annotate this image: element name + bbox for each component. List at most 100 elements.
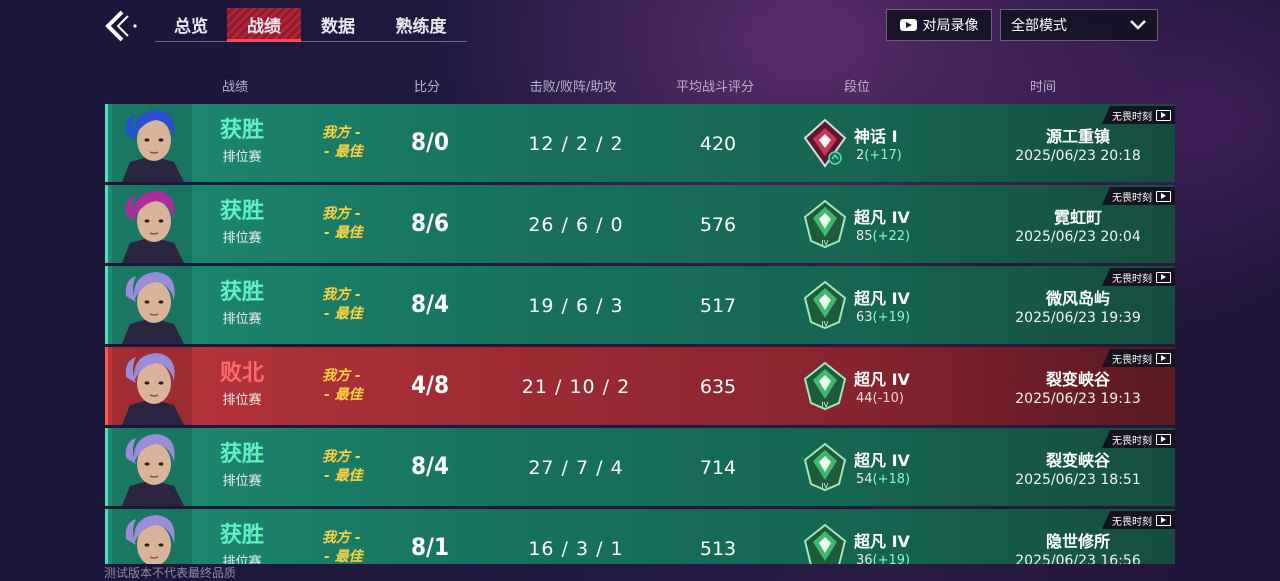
video-icon [1156,514,1171,526]
team-best-badge: 我方 - - 最佳 [322,124,380,162]
match-result: 获胜 排位赛 [212,118,272,165]
result-text: 获胜 [219,118,264,143]
match-time: 2025/06/23 19:39 [1015,310,1141,326]
match-score: 4/8 [411,371,449,399]
highlight-moment-button[interactable]: 无畏时刻 [1102,511,1175,529]
match-mode: 排位赛 [222,231,262,246]
tab-proficiency[interactable]: 熟练度 [375,8,467,41]
team-best-line1: 我方 - [322,449,361,465]
test-version-notice: 测试版本不代表最终品质 [104,566,237,580]
tab-stats[interactable]: 数据 [301,8,375,41]
header-record: 战绩 [221,80,249,95]
team-best-line2: - 最佳 [324,144,363,160]
video-icon [1156,271,1171,283]
match-row[interactable]: 获胜 排位赛 我方 - - 最佳 8/6 26 / 6 / 0 576 IV 超… [105,185,1175,263]
rank-points: 44(-10) [856,391,904,406]
highlight-moment-label: 无畏时刻 [1112,273,1152,285]
back-button[interactable] [100,8,140,44]
header-time: 时间 [1029,80,1057,95]
match-score: 8/6 [411,209,449,237]
rank-name: 超凡 IV [854,289,910,308]
team-best-badge: 我方 - - 最佳 [322,286,380,324]
rank-name: 超凡 IV [854,370,910,389]
match-time: 2025/06/23 16:56 [1015,553,1141,564]
rank-emblem-icon [801,118,849,168]
combat-rating: 420 [699,133,737,155]
agent-portrait-icon [112,347,192,425]
match-score: 8/4 [411,452,449,480]
tab-match-history[interactable]: 战绩 [227,8,301,42]
highlight-moment-label: 无畏时刻 [1112,435,1152,447]
chevron-down-icon [1130,20,1146,30]
team-best-line1: 我方 - [322,368,361,384]
agent-portrait [112,347,192,425]
team-best-line2: - 最佳 [324,306,363,322]
map-name: 霓虹町 [1053,208,1102,227]
rank-name: 超凡 IV [854,451,910,470]
agent-portrait [112,509,192,564]
mode-filter-select[interactable]: 全部模式 [1000,9,1158,41]
match-score: 8/4 [411,290,449,318]
highlight-moment-button[interactable]: 无畏时刻 [1102,106,1175,124]
match-row[interactable]: 获胜 排位赛 我方 - - 最佳 8/4 27 / 7 / 4 714 IV 超… [105,428,1175,506]
agent-portrait-icon [112,104,192,182]
highlight-moment-button[interactable]: 无畏时刻 [1102,187,1175,205]
match-time: 2025/06/23 19:13 [1015,391,1141,407]
match-mode: 排位赛 [222,555,262,564]
kda-value: 26 / 6 / 0 [528,214,624,236]
team-best-line1: 我方 - [322,206,361,222]
match-row[interactable]: 获胜 排位赛 我方 - - 最佳 8/4 19 / 6 / 3 517 IV 超… [105,266,1175,344]
svg-text:IV: IV [822,563,829,564]
rank-name: 超凡 IV [854,208,910,227]
agent-portrait-icon [112,428,192,506]
rank-emblem-icon: IV [801,280,849,330]
team-best-line2: - 最佳 [324,225,363,241]
match-mode: 排位赛 [222,393,262,408]
highlight-moment-label: 无畏时刻 [1112,516,1152,528]
team-best-badge: 我方 - - 最佳 [322,448,380,486]
match-row[interactable]: 获胜 排位赛 我方 - - 最佳 8/0 12 / 2 / 2 420 神话 I… [105,104,1175,182]
kda-value: 21 / 10 / 2 [521,376,631,398]
team-best-line1: 我方 - [322,530,361,546]
map-name: 源工重镇 [1045,127,1110,146]
video-icon [1156,109,1171,121]
agent-portrait [112,104,192,182]
match-replay-label: 对局录像 [922,18,979,34]
match-row[interactable]: 败北 排位赛 我方 - - 最佳 4/8 21 / 10 / 2 635 IV … [105,347,1175,425]
match-time: 2025/06/23 18:51 [1015,472,1141,488]
match-row[interactable]: 获胜 排位赛 我方 - - 最佳 8/1 16 / 3 / 1 513 IV 超… [105,509,1175,564]
map-name: 隐世修所 [1045,532,1110,551]
agent-portrait-icon [112,266,192,344]
agent-portrait-icon [112,509,192,564]
match-result: 获胜 排位赛 [212,442,272,489]
svg-text:IV: IV [822,320,829,328]
team-best-badge: 我方 - - 最佳 [322,367,380,405]
combat-rating: 714 [699,457,737,479]
result-text: 败北 [219,361,264,386]
mode-filter-value: 全部模式 [1011,18,1067,34]
match-time: 2025/06/23 20:18 [1015,148,1141,164]
rank-points: 36(+19) [856,553,911,564]
svg-text:IV: IV [822,239,829,247]
map-name: 裂变峡谷 [1045,370,1110,389]
video-icon [1156,352,1171,364]
highlight-moment-button[interactable]: 无畏时刻 [1102,430,1175,448]
match-result: 败北 排位赛 [212,361,272,408]
tab-bar: 总览 战绩 数据 熟练度 [155,8,467,42]
kda-value: 27 / 7 / 4 [528,457,624,479]
rank-points: 85(+22) [856,229,911,244]
svg-text:IV: IV [822,401,829,409]
video-icon [1156,433,1171,445]
tab-overview[interactable]: 总览 [155,8,227,41]
highlight-moment-button[interactable]: 无畏时刻 [1102,349,1175,367]
result-text: 获胜 [219,442,264,467]
highlight-moment-button[interactable]: 无畏时刻 [1102,268,1175,286]
team-best-line2: - 最佳 [324,387,363,403]
match-mode: 排位赛 [222,150,262,165]
back-arrow-icon [105,10,137,42]
match-replay-button[interactable]: 对局录像 [886,9,992,41]
result-text: 获胜 [219,199,264,224]
header-rank: 段位 [843,80,871,95]
kda-value: 19 / 6 / 3 [528,295,624,317]
combat-rating: 517 [699,295,737,317]
